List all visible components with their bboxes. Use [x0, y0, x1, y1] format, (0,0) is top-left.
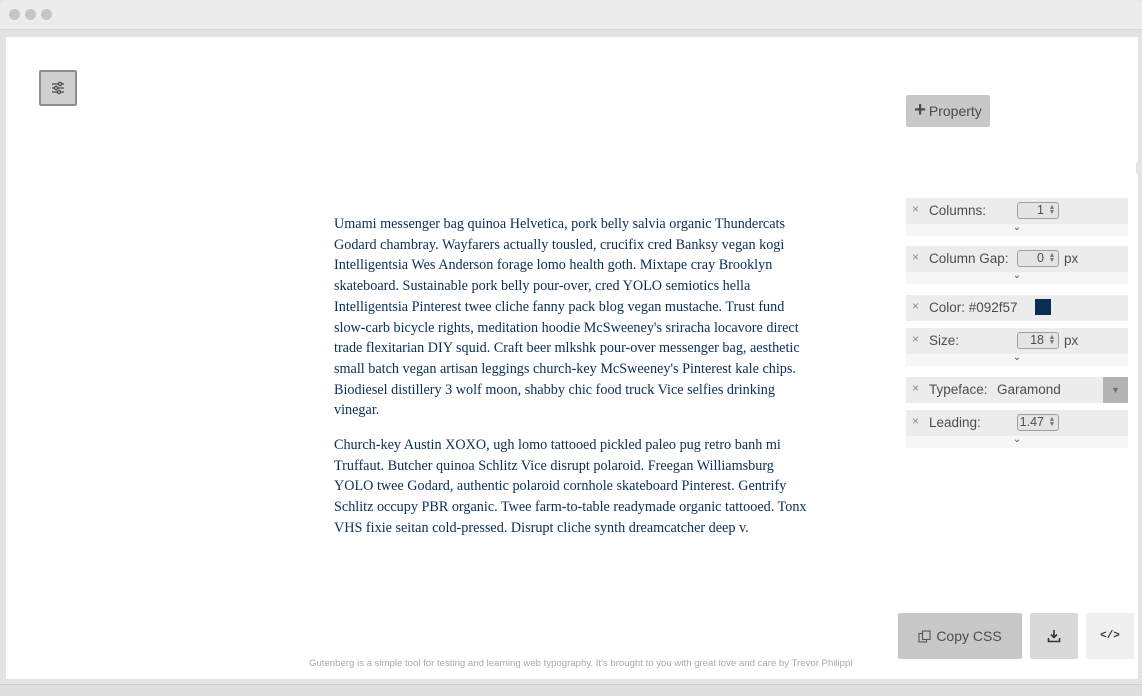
remove-columns-button[interactable]: ×: [912, 202, 919, 216]
property-size: × Size: 18 ▲ ▼ px ⌄: [906, 328, 1128, 366]
sample-text: Umami messenger bag quinoa Helvetica, po…: [334, 214, 814, 553]
expand-column-gap-button[interactable]: ⌄: [906, 271, 1128, 284]
columns-label: Columns:: [929, 203, 987, 218]
footer-author-link[interactable]: Trevor Philippi: [792, 658, 853, 669]
window-bottom-bar: [0, 684, 1142, 696]
download-button[interactable]: [1030, 613, 1078, 659]
add-property-label: Property: [928, 103, 982, 119]
copy-css-button[interactable]: Copy CSS: [898, 613, 1022, 659]
column-gap-unit: px: [1064, 251, 1079, 266]
add-property-button[interactable]: + Property: [906, 95, 990, 127]
copy-css-label: Copy CSS: [936, 628, 1002, 644]
view-code-button[interactable]: </>: [1086, 613, 1134, 659]
property-column-gap: × Column Gap: 0 ▲ ▼ px ⌄: [906, 246, 1128, 284]
window-minimize-button[interactable]: [25, 9, 36, 20]
sample-paragraph-1: Umami messenger bag quinoa Helvetica, po…: [334, 216, 800, 419]
size-label: Size:: [929, 333, 960, 348]
property-color: × Color: #092f57: [906, 295, 1128, 321]
column-gap-input[interactable]: 0 ▲ ▼: [1017, 250, 1059, 267]
color-swatch[interactable]: [1035, 299, 1051, 315]
typeface-select[interactable]: Garamond: [997, 382, 1061, 397]
footer-brand-link[interactable]: Gutenberg: [309, 658, 354, 669]
stepper-icon[interactable]: ▲ ▼: [1048, 204, 1056, 216]
settings-toggle-button[interactable]: [39, 70, 77, 106]
remove-leading-button[interactable]: ×: [912, 414, 919, 428]
sample-paragraph-2: Church-key Austin XOXO, ugh lomo tattooe…: [334, 437, 807, 536]
remove-column-gap-button[interactable]: ×: [912, 250, 919, 264]
expand-columns-button[interactable]: ⌄: [906, 223, 1128, 236]
leading-label: Leading:: [929, 415, 981, 430]
window-zoom-button[interactable]: [41, 9, 52, 20]
window-titlebar: [0, 0, 1142, 30]
expand-leading-button[interactable]: ⌄: [906, 435, 1128, 448]
plus-icon: +: [914, 99, 926, 121]
download-icon: [1047, 630, 1061, 643]
columns-value: 1: [1037, 203, 1044, 217]
chevron-down-icon[interactable]: ▼: [1103, 377, 1128, 403]
property-columns: × Columns: 1 ▲ ▼ ⌄: [906, 198, 1128, 236]
column-gap-label: Column Gap:: [929, 251, 1009, 266]
color-label: Color: #092f57: [929, 300, 1018, 315]
columns-input[interactable]: 1 ▲ ▼: [1017, 202, 1059, 219]
stepper-icon[interactable]: ▲ ▼: [1048, 252, 1056, 264]
copy-icon: [918, 629, 931, 643]
stepper-icon[interactable]: ▲ ▼: [1048, 416, 1056, 428]
remove-size-button[interactable]: ×: [912, 332, 919, 346]
stepper-icon[interactable]: ▲ ▼: [1048, 334, 1056, 346]
code-icon: </>: [1100, 630, 1120, 642]
column-gap-value: 0: [1037, 251, 1044, 265]
size-input[interactable]: 18 ▲ ▼: [1017, 332, 1059, 349]
typeface-label: Typeface:: [929, 382, 988, 397]
remove-color-button[interactable]: ×: [912, 299, 919, 313]
size-unit: px: [1064, 333, 1079, 348]
leading-input[interactable]: 1.47 ▲ ▼: [1017, 414, 1059, 431]
scrollbar[interactable]: [1136, 162, 1142, 174]
sliders-icon: [52, 81, 64, 95]
property-leading: × Leading: 1.47 ▲ ▼ ⌄: [906, 410, 1128, 448]
footer-text: is a simple tool for testing and learnin…: [354, 658, 792, 669]
size-value: 18: [1030, 333, 1044, 347]
property-typeface: × Typeface: Garamond ▼: [906, 377, 1128, 403]
footer-credit: Gutenberg is a simple tool for testing a…: [309, 658, 853, 669]
remove-typeface-button[interactable]: ×: [912, 381, 919, 395]
window-close-button[interactable]: [9, 9, 20, 20]
expand-size-button[interactable]: ⌄: [906, 353, 1128, 366]
leading-value: 1.47: [1019, 415, 1044, 429]
